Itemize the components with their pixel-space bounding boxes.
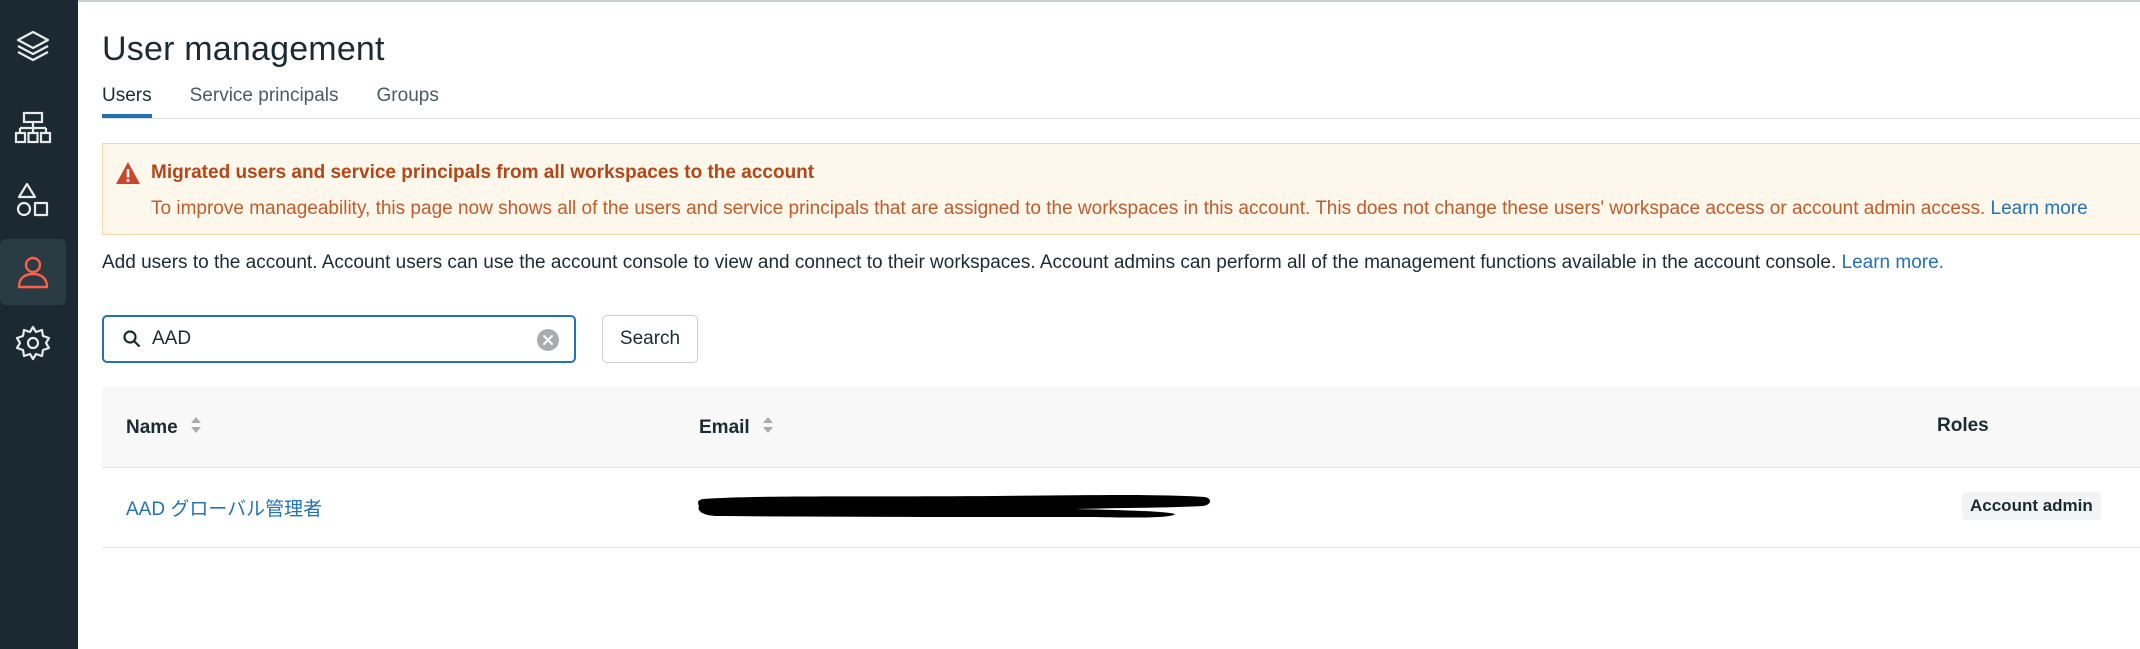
sort-icon (762, 415, 774, 441)
banner-title: Migrated users and service principals fr… (151, 162, 815, 183)
data-shapes-icon[interactable] (0, 167, 66, 233)
column-header-name-label: Name (126, 417, 178, 438)
sidebar (0, 0, 78, 649)
tab-service-principals[interactable]: Service principals (190, 84, 339, 118)
tab-groups[interactable]: Groups (377, 84, 439, 118)
workspaces-icon[interactable] (0, 95, 66, 161)
tabs: Users Service principals Groups (102, 84, 439, 120)
sort-icon (190, 415, 202, 441)
search-box[interactable] (102, 315, 576, 363)
column-header-roles-label: Roles (1937, 415, 1989, 436)
column-header-roles: Roles (1937, 415, 1989, 437)
description-text: Add users to the account. Account users … (102, 252, 1837, 273)
user-management-icon[interactable] (0, 239, 66, 305)
search-icon (122, 329, 142, 354)
table-row[interactable]: AAD グローバル管理者 Account admin (102, 468, 2140, 548)
column-header-email[interactable]: Email (699, 415, 774, 441)
warning-triangle-icon (115, 161, 141, 190)
column-header-email-label: Email (699, 417, 750, 438)
page-description: Add users to the account. Account users … (102, 252, 1944, 274)
users-table: Name Email Roles AAD グローバル管理者 Account ad… (102, 387, 2140, 548)
banner-learn-more-link[interactable]: Learn more (1991, 198, 2088, 219)
redacted-email (698, 495, 1211, 518)
user-name-link[interactable]: AAD グローバル管理者 (126, 494, 322, 521)
main-content: User management Users Service principals… (78, 0, 2140, 649)
app-root: User management Users Service principals… (0, 0, 2140, 649)
settings-gear-icon[interactable] (0, 310, 66, 376)
column-header-name[interactable]: Name (126, 415, 202, 441)
migration-warning-banner: Migrated users and service principals fr… (102, 143, 2140, 235)
banner-body: To improve manageability, this page now … (151, 198, 2088, 220)
banner-body-text: To improve manageability, this page now … (151, 198, 1986, 219)
tab-users[interactable]: Users (102, 84, 152, 118)
role-badge: Account admin (1962, 492, 2101, 520)
search-button[interactable]: Search (602, 315, 698, 363)
tabs-divider (102, 118, 2140, 119)
table-header: Name Email Roles (102, 387, 2140, 468)
description-learn-more-link[interactable]: Learn more. (1842, 252, 1944, 273)
clear-search-icon[interactable] (536, 328, 560, 357)
search-input[interactable] (152, 323, 512, 355)
layers-logo-icon[interactable] (0, 14, 66, 80)
page-title: User management (102, 30, 385, 68)
